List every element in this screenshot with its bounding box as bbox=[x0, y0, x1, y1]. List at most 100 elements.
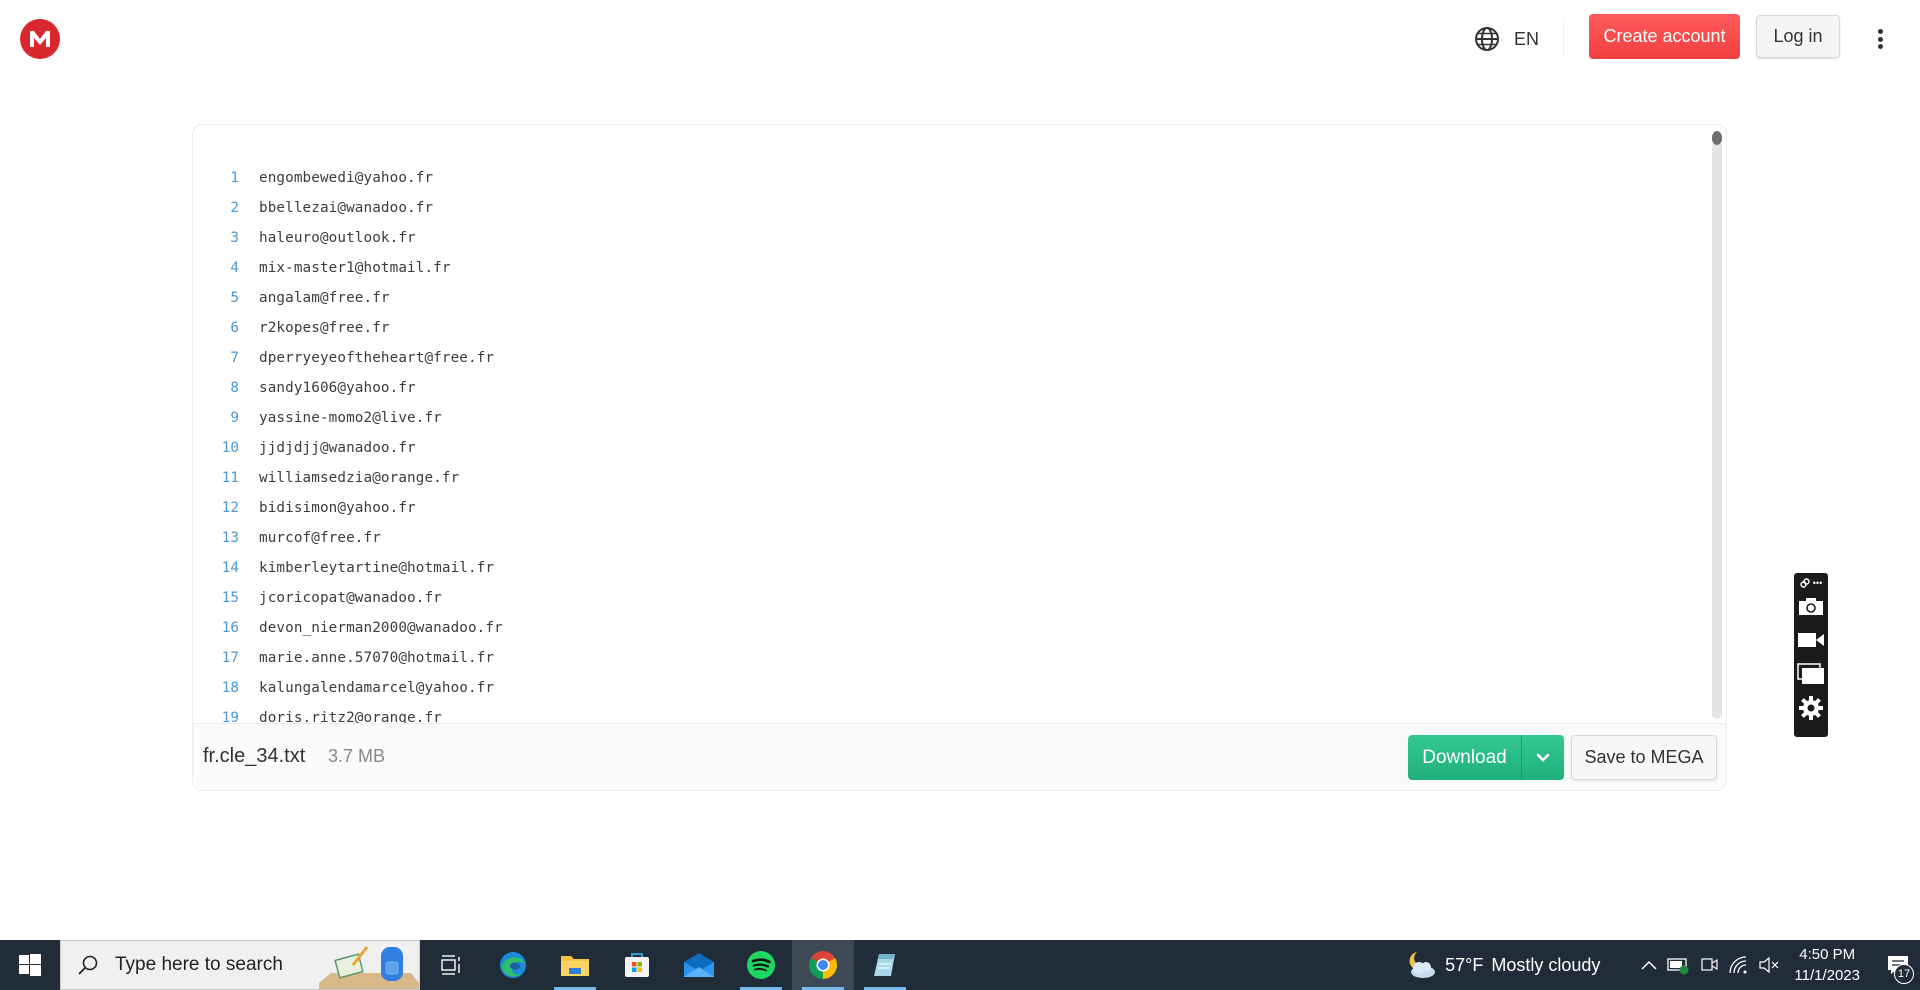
text-line: 4 mix-master1@hotmail.fr bbox=[193, 253, 1708, 283]
line-text: mix-master1@hotmail.fr bbox=[259, 260, 451, 276]
camera-status[interactable] bbox=[1694, 940, 1724, 990]
text-line: 18 kalungalendamarcel@yahoo.fr bbox=[193, 673, 1708, 703]
save-to-mega-button[interactable]: Save to MEGA bbox=[1571, 735, 1717, 780]
line-number: 10 bbox=[221, 440, 239, 456]
spotify-taskbar-button[interactable] bbox=[730, 940, 792, 990]
video-icon bbox=[1798, 633, 1824, 647]
taskbar-clock[interactable]: 4:50 PM 11/1/2023 bbox=[1794, 944, 1860, 986]
action-center-button[interactable]: 17 bbox=[1876, 940, 1920, 990]
text-line: 6 r2kopes@free.fr bbox=[193, 313, 1708, 343]
taskbar-search-box[interactable]: Type here to search bbox=[60, 940, 420, 990]
download-options-button[interactable] bbox=[1522, 735, 1564, 780]
login-button[interactable]: Log in bbox=[1756, 15, 1840, 58]
capture-toolbar-header[interactable]: ••• bbox=[1800, 577, 1822, 589]
folder-icon bbox=[561, 956, 589, 976]
line-number: 12 bbox=[221, 500, 239, 516]
line-text: dperryeyeoftheheart@free.fr bbox=[259, 350, 495, 366]
line-number: 15 bbox=[221, 590, 239, 606]
capture-screenshot-button[interactable] bbox=[1794, 589, 1828, 623]
search-icon bbox=[78, 955, 98, 975]
edge-icon bbox=[500, 952, 526, 978]
notepad-icon bbox=[874, 954, 895, 976]
line-text: kalungalendamarcel@yahoo.fr bbox=[259, 680, 495, 696]
task-view-button[interactable] bbox=[420, 940, 482, 990]
line-number: 14 bbox=[221, 560, 239, 576]
language-selector[interactable]: EN bbox=[1474, 24, 1539, 54]
line-text: bidisimon@yahoo.fr bbox=[259, 500, 416, 516]
more-options-icon[interactable] bbox=[1870, 26, 1890, 52]
weather-temperature: 57°F bbox=[1445, 954, 1484, 975]
download-button[interactable]: Download bbox=[1408, 735, 1522, 780]
show-hidden-icons-button[interactable] bbox=[1634, 940, 1664, 990]
volume-muted-icon bbox=[1759, 956, 1779, 974]
wifi-icon bbox=[1729, 956, 1747, 974]
webcam-icon bbox=[1701, 958, 1718, 971]
weather-widget[interactable]: 57°F Mostly cloudy bbox=[1405, 950, 1600, 980]
line-text: angalam@free.fr bbox=[259, 290, 390, 306]
search-placeholder: Type here to search bbox=[115, 954, 283, 975]
notification-count-badge: 17 bbox=[1894, 964, 1914, 984]
windows-taskbar: Type here to search 57°F Mostly cloudy 4… bbox=[0, 940, 1920, 990]
battery-icon bbox=[1667, 958, 1689, 975]
file-explorer-taskbar-button[interactable] bbox=[544, 940, 606, 990]
line-number: 4 bbox=[230, 260, 239, 276]
chevron-down-icon bbox=[1536, 753, 1550, 762]
viewer-footer: fr.cle_34.txt 3.7 MB Download Save to ME… bbox=[193, 723, 1726, 790]
text-line: 15 jcoricopat@wanadoo.fr bbox=[193, 583, 1708, 613]
task-view-icon bbox=[441, 955, 460, 975]
system-tray: 57°F Mostly cloudy 4:50 PM 11/1/2023 17 bbox=[1405, 940, 1920, 990]
line-number: 17 bbox=[221, 650, 239, 666]
mega-logo[interactable] bbox=[20, 19, 60, 59]
line-number: 16 bbox=[221, 620, 239, 636]
scrollbar-thumb[interactable] bbox=[1712, 131, 1722, 145]
windows-icon bbox=[1797, 663, 1824, 684]
mega-file-preview-page: EN Create account Log in 1 engombewedi@ya… bbox=[0, 0, 1920, 940]
text-line: 19 doris.ritz2@orange.fr bbox=[193, 703, 1708, 725]
mail-icon bbox=[684, 953, 714, 977]
create-account-button[interactable]: Create account bbox=[1589, 14, 1740, 59]
edge-taskbar-button[interactable] bbox=[482, 940, 544, 990]
start-button[interactable] bbox=[0, 940, 60, 990]
line-text: murcof@free.fr bbox=[259, 530, 381, 546]
text-line: 2 bbellezai@wanadoo.fr bbox=[193, 193, 1708, 223]
text-line: 12 bidisimon@yahoo.fr bbox=[193, 493, 1708, 523]
text-content: 1 engombewedi@yahoo.fr 2 bbellezai@wanadoo.… bbox=[193, 125, 1708, 725]
text-line: 16 devon_nierman2000@wanadoo.fr bbox=[193, 613, 1708, 643]
capture-window-button[interactable] bbox=[1794, 657, 1828, 691]
line-number: 11 bbox=[221, 470, 239, 486]
camera-icon bbox=[1799, 598, 1823, 615]
chevron-up-icon bbox=[1641, 960, 1657, 970]
file-name: fr.cle_34.txt bbox=[203, 745, 306, 767]
text-line: 5 angalam@free.fr bbox=[193, 283, 1708, 313]
line-number: 18 bbox=[221, 680, 239, 696]
volume-status[interactable] bbox=[1754, 940, 1784, 990]
record-video-button[interactable] bbox=[1794, 623, 1828, 657]
line-text: r2kopes@free.fr bbox=[259, 320, 390, 336]
store-taskbar-button[interactable] bbox=[606, 940, 668, 990]
text-line: 1 engombewedi@yahoo.fr bbox=[193, 163, 1708, 193]
text-line: 14 kimberleytartine@hotmail.fr bbox=[193, 553, 1708, 583]
network-status[interactable] bbox=[1724, 940, 1754, 990]
chrome-taskbar-button[interactable] bbox=[792, 940, 854, 990]
notepad-taskbar-button[interactable] bbox=[854, 940, 916, 990]
chrome-icon bbox=[809, 951, 837, 979]
line-text: yassine-momo2@live.fr bbox=[259, 410, 442, 426]
line-text: bbellezai@wanadoo.fr bbox=[259, 200, 434, 216]
line-text: kimberleytartine@hotmail.fr bbox=[259, 560, 495, 576]
line-text: williamsedzia@orange.fr bbox=[259, 470, 460, 486]
mail-taskbar-button[interactable] bbox=[668, 940, 730, 990]
battery-status[interactable] bbox=[1664, 940, 1694, 990]
ellipsis-icon[interactable]: ••• bbox=[1813, 578, 1822, 588]
mega-m-icon bbox=[30, 31, 50, 47]
file-viewer: 1 engombewedi@yahoo.fr 2 bbellezai@wanadoo.… bbox=[192, 124, 1727, 791]
clock-time: 4:50 PM bbox=[1799, 946, 1856, 963]
line-text: jcoricopat@wanadoo.fr bbox=[259, 590, 442, 606]
globe-icon bbox=[1475, 27, 1499, 51]
language-code: EN bbox=[1514, 28, 1540, 49]
download-button-group: Download bbox=[1408, 735, 1564, 780]
capture-settings-button[interactable] bbox=[1794, 691, 1828, 725]
text-line: 3 haleuro@outlook.fr bbox=[193, 223, 1708, 253]
text-line: 11 williamsedzia@orange.fr bbox=[193, 463, 1708, 493]
vertical-scrollbar[interactable] bbox=[1712, 131, 1722, 719]
text-line: 7 dperryeyeoftheheart@free.fr bbox=[193, 343, 1708, 373]
